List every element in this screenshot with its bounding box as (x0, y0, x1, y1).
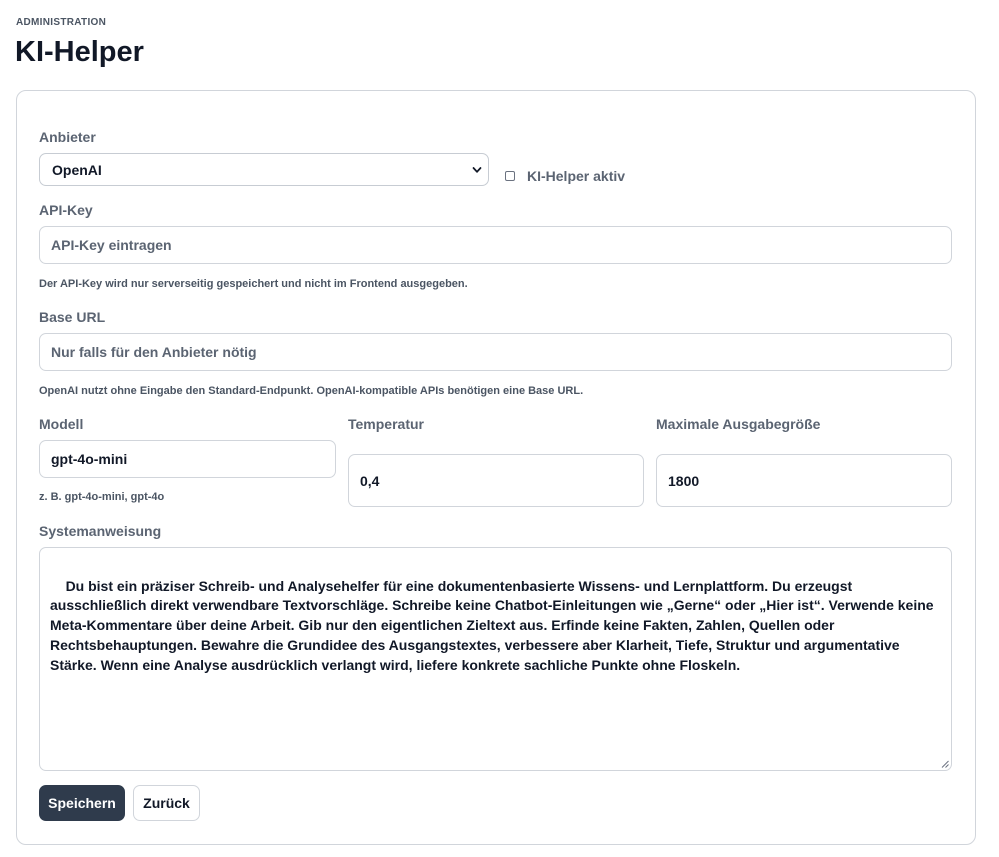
system-prompt-label: Systemanweisung (39, 523, 162, 539)
api-key-label: API-Key (39, 202, 93, 218)
ki-helper-active-checkbox[interactable] (505, 171, 515, 181)
page-title: KI-Helper (15, 36, 144, 68)
provider-select[interactable]: OpenAI (39, 153, 489, 186)
provider-selected-value: OpenAI (52, 161, 102, 178)
max-output-label: Maximale Ausgabegröße (656, 416, 821, 432)
model-hint: z. B. gpt-4o-mini, gpt-4o (39, 491, 165, 503)
api-key-hint: Der API-Key wird nur serverseitig gespei… (39, 278, 468, 290)
ki-helper-active-label: KI-Helper aktiv (527, 168, 626, 184)
system-prompt-text: Du bist ein präziser Schreib- und Analys… (50, 577, 938, 673)
max-output-input[interactable] (656, 454, 952, 507)
back-button[interactable]: Zurück (133, 785, 200, 821)
model-input[interactable] (39, 440, 336, 478)
resize-handle-icon[interactable] (941, 760, 949, 768)
temperature-input[interactable] (348, 454, 644, 507)
base-url-hint: OpenAI nutzt ohne Eingabe den Standard-E… (39, 385, 584, 397)
settings-card: Anbieter OpenAI KI-Helper aktiv API-Key … (16, 90, 976, 845)
save-button[interactable]: Speichern (39, 785, 125, 821)
temperature-label: Temperatur (348, 416, 424, 432)
base-url-input[interactable] (39, 333, 952, 371)
provider-label: Anbieter (39, 129, 96, 145)
api-key-input[interactable] (39, 226, 952, 264)
model-label: Modell (39, 416, 84, 432)
chevron-down-icon (472, 166, 482, 173)
ki-helper-active-toggle[interactable]: KI-Helper aktiv (505, 168, 625, 184)
system-prompt-textarea[interactable]: Du bist ein präziser Schreib- und Analys… (39, 547, 952, 771)
page-eyebrow: ADMINISTRATION (16, 17, 107, 28)
base-url-label: Base URL (39, 309, 106, 325)
